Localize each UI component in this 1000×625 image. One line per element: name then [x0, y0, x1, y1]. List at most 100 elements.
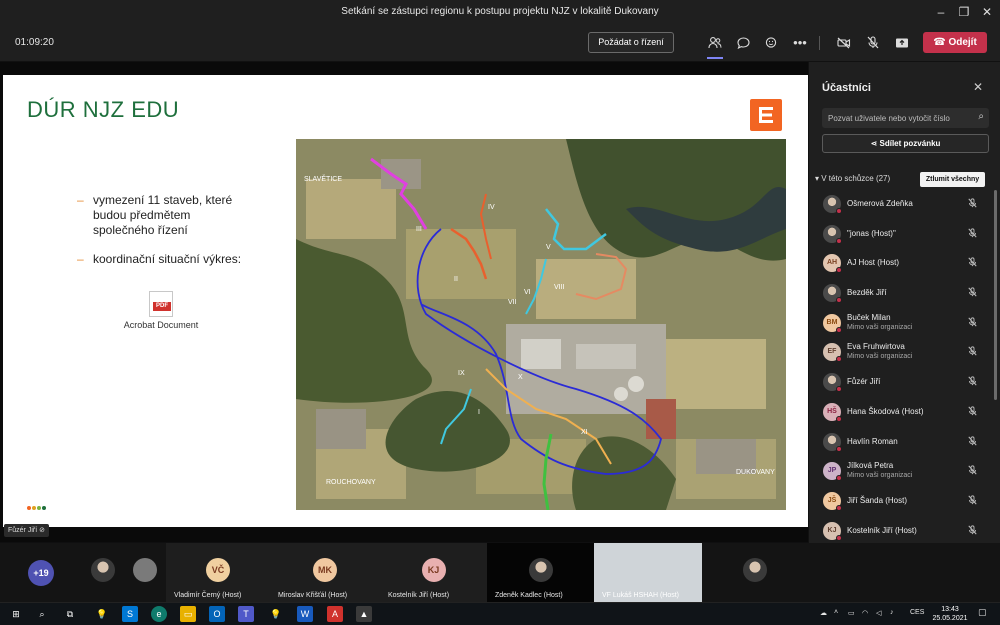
- map-label: III: [416, 226, 422, 233]
- video-tile-name: Vladimír Černý (Host): [174, 592, 242, 599]
- task-view-icon[interactable]: ⧉: [62, 606, 78, 622]
- status-badge: [836, 534, 842, 541]
- speaker-icon[interactable]: ♪: [890, 609, 894, 616]
- avatar-initials: KJ: [827, 526, 837, 534]
- dot: [37, 506, 41, 510]
- search-icon[interactable]: ⌕: [978, 111, 984, 122]
- invite-search-input[interactable]: [828, 111, 968, 125]
- camera-off-icon[interactable]: [832, 31, 856, 55]
- outlook-icon[interactable]: O: [209, 606, 225, 622]
- request-control-button[interactable]: Požádat o řízení: [588, 32, 674, 53]
- participant-row[interactable]: Bezděk Jiří: [809, 279, 993, 309]
- participant-row[interactable]: Ošmerová Zdeňka: [809, 190, 993, 220]
- mic-off-icon[interactable]: [968, 287, 977, 299]
- video-gallery: +19 VČ Vladimír Černý (Host) MK Miroslav Kř…: [0, 543, 1000, 602]
- avatar: JŠ: [823, 491, 842, 511]
- participant-row[interactable]: JP Jílková Petra Mimo vaši organizaci: [809, 457, 993, 487]
- map-label: IX: [458, 370, 465, 377]
- participant-row[interactable]: Fůzér Jiří: [809, 368, 993, 398]
- mic-off-icon[interactable]: [968, 465, 977, 477]
- mic-off-icon[interactable]: [968, 495, 977, 507]
- file-explorer-icon[interactable]: ▭: [180, 606, 196, 622]
- presenter-name: Fůzér Jiří: [8, 527, 38, 534]
- mic-off-icon[interactable]: [968, 317, 977, 329]
- avatar: [823, 432, 842, 452]
- video-tile[interactable]: Zdeněk Kadlec (Host): [487, 543, 594, 602]
- map-label: SLAVĚTICE: [304, 174, 342, 183]
- photos-icon[interactable]: ▲: [356, 606, 372, 622]
- participant-name: Eva Fruhwirtova: [847, 342, 905, 352]
- mic-off-icon[interactable]: [861, 31, 885, 55]
- more-icon[interactable]: •••: [788, 31, 812, 55]
- avatar: [743, 558, 767, 582]
- participant-row[interactable]: "jonas (Host)": [809, 220, 993, 250]
- avatar: [91, 558, 115, 582]
- chat-icon[interactable]: [731, 31, 755, 55]
- avatar-initials: JP: [827, 467, 837, 475]
- mute-all-button[interactable]: Ztlumit všechny: [920, 172, 985, 187]
- close-window-button[interactable]: ✕: [974, 3, 1000, 21]
- share-invite-button[interactable]: ⋖ Sdílet pozvánku: [822, 134, 989, 153]
- participant-row[interactable]: KJ Kostelník Jiří (Host): [809, 517, 993, 547]
- language-indicator[interactable]: CES: [910, 609, 924, 616]
- mic-off-icon[interactable]: [968, 257, 977, 269]
- mic-off-icon[interactable]: [968, 198, 977, 210]
- participants-panel: Účastníci ✕ ⌕ ⋖ Sdílet pozvánku ▾ V této…: [808, 62, 1000, 602]
- participant-org: Mimo vaši organizaci: [847, 323, 913, 331]
- acrobat-icon[interactable]: A: [327, 606, 343, 622]
- wifi-icon[interactable]: ◠: [862, 609, 868, 617]
- cez-logo: [750, 99, 782, 131]
- participant-row[interactable]: JŠ Jiří Šanda (Host): [809, 487, 993, 517]
- avatar: JP: [823, 462, 842, 482]
- pdf-file-icon[interactable]: PDF: [149, 291, 173, 317]
- word-icon[interactable]: W: [297, 606, 313, 622]
- video-tile[interactable]: VČ Vladimír Černý (Host): [166, 543, 270, 602]
- clock-date: 25.05.2021: [932, 615, 968, 622]
- avatar-initials: BM: [826, 318, 838, 326]
- section-header[interactable]: ▾ V této schůzce (27): [815, 174, 890, 183]
- mic-off-icon[interactable]: [968, 376, 977, 388]
- windows-start-icon[interactable]: ⊞: [8, 606, 24, 622]
- close-icon[interactable]: ✕: [973, 80, 983, 94]
- video-tile[interactable]: MK Miroslav Křišťál (Host): [270, 543, 380, 602]
- video-tile[interactable]: VF Lukáš HSHAH (Host): [594, 543, 702, 602]
- mic-off-icon[interactable]: [968, 435, 977, 448]
- chevron-up-icon[interactable]: ˄: [834, 609, 838, 616]
- status-badge: [836, 415, 842, 422]
- video-tile[interactable]: [82, 543, 124, 602]
- leave-button[interactable]: ☎ Odejít: [923, 32, 987, 53]
- participant-row[interactable]: BM Buček Milan Mimo vaši organizaci: [809, 309, 993, 339]
- notifications-icon[interactable]: ▢: [978, 607, 987, 618]
- mic-off-icon[interactable]: [968, 228, 977, 240]
- attachment-label[interactable]: Acrobat Document: [121, 319, 201, 331]
- video-tile[interactable]: KJ Kostelník Jiří (Host): [380, 543, 487, 602]
- people-icon[interactable]: [703, 31, 727, 59]
- edge-icon[interactable]: e: [151, 606, 167, 622]
- mic-off-icon[interactable]: [968, 406, 977, 418]
- participant-row[interactable]: EF Eva Fruhwirtova Mimo vaši organizaci: [809, 338, 993, 368]
- participant-row[interactable]: AH AJ Host (Host): [809, 249, 993, 279]
- skype-icon[interactable]: S: [122, 606, 138, 622]
- teams-icon[interactable]: T: [238, 606, 254, 622]
- video-tile[interactable]: [124, 543, 166, 602]
- search-icon[interactable]: ⌕: [34, 606, 50, 622]
- window-title: Setkání se zástupci regionu k postupu pr…: [341, 6, 659, 17]
- scrollbar[interactable]: [994, 190, 997, 400]
- share-tray-icon[interactable]: [890, 31, 914, 55]
- meeting-timer: 01:09:20: [15, 37, 54, 48]
- more-participants-tile[interactable]: +19: [0, 543, 82, 602]
- dot: [32, 506, 36, 510]
- tips-icon[interactable]: 💡: [94, 606, 110, 622]
- battery-icon[interactable]: ▭: [848, 609, 855, 617]
- reactions-icon[interactable]: [759, 31, 783, 55]
- video-tile[interactable]: [702, 543, 808, 602]
- cloud-icon[interactable]: ☁: [820, 609, 827, 617]
- mic-off-icon[interactable]: [968, 524, 977, 537]
- tips-icon-2[interactable]: 💡: [268, 606, 284, 622]
- participant-row[interactable]: Havlín Roman: [809, 428, 993, 458]
- volume-icon[interactable]: ◁: [876, 609, 881, 617]
- clock[interactable]: 13:43 25.05.2021: [930, 605, 970, 623]
- participant-row[interactable]: HŠ Hana Škodová (Host): [809, 398, 993, 428]
- avatar-initials: HŠ: [827, 407, 837, 415]
- mic-off-icon[interactable]: [968, 346, 977, 358]
